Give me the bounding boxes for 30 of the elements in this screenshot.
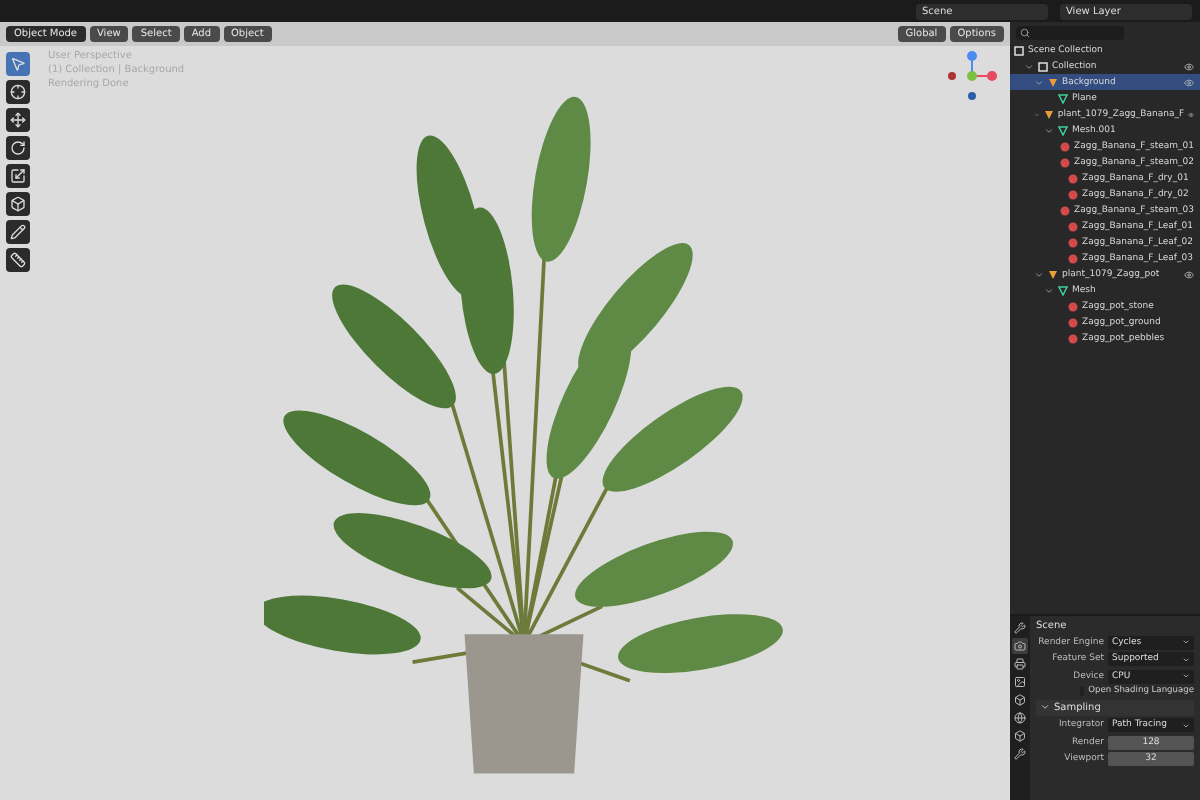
properties-tab[interactable] [1012,746,1028,762]
tool-button[interactable] [6,164,30,188]
eye-icon[interactable] [1184,269,1194,279]
disclosure-icon [1040,702,1050,712]
object-icon [1048,77,1058,87]
properties-tab[interactable] [1012,674,1028,690]
axis-gizmo-drawing [946,50,998,102]
tool-button[interactable] [6,80,30,104]
tool-button[interactable] [6,220,30,244]
search-icon [1020,27,1030,37]
tool-button[interactable] [6,108,30,132]
mesh-icon [1058,93,1068,103]
mesh-icon [1058,125,1068,135]
eye-icon[interactable] [1184,77,1194,87]
object-icon [1048,269,1058,279]
object-icon [1043,109,1054,119]
tool-button[interactable] [6,136,30,160]
eye-icon[interactable] [1184,61,1194,71]
collection-icon [1038,61,1048,71]
properties-tab[interactable] [1012,692,1028,708]
properties-tab[interactable] [1012,620,1028,636]
properties-tab[interactable] [1012,710,1028,726]
properties-tab[interactable] [1012,638,1028,654]
tool-button[interactable] [6,248,30,272]
mesh-icon [1058,285,1068,295]
search-field[interactable] [1016,25,1124,39]
properties-tab[interactable] [1012,728,1028,744]
properties-tab[interactable] [1012,656,1028,672]
collection-icon [1014,45,1024,55]
tool-button[interactable] [6,192,30,216]
